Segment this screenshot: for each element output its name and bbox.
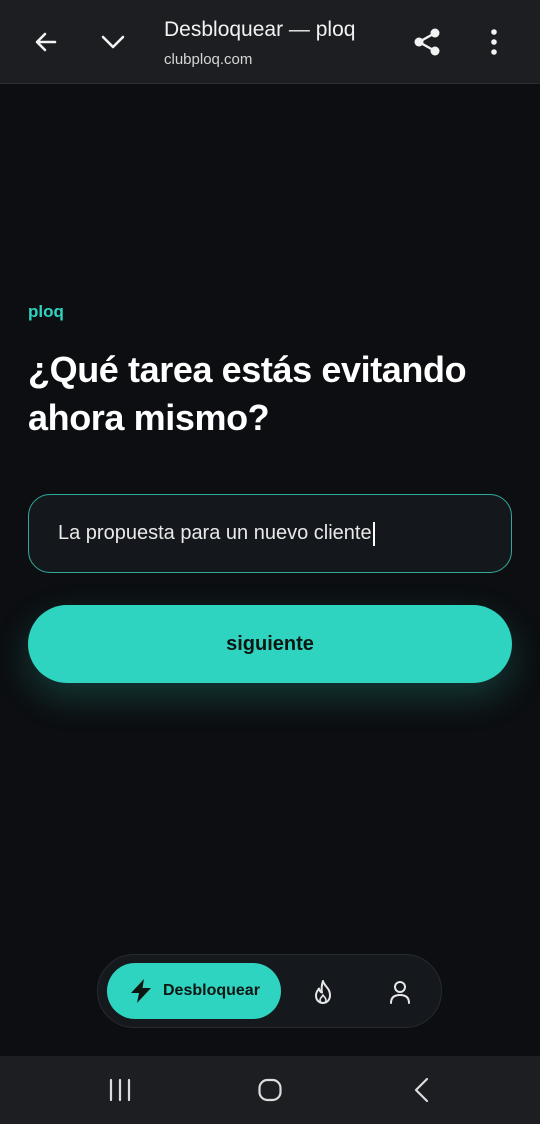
home-button[interactable] [248, 1070, 292, 1110]
chevron-down-icon [101, 35, 125, 49]
task-input[interactable]: La propuesta para un nuevo cliente [28, 494, 512, 573]
profile-icon [390, 981, 410, 1004]
recents-icon [109, 1078, 131, 1102]
tab-desbloquear-label: Desbloquear [163, 982, 260, 999]
page-url[interactable]: clubploq.com [164, 51, 252, 68]
back-arrow-icon [35, 32, 57, 52]
collapse-button[interactable] [91, 20, 135, 64]
text-caret [372, 521, 375, 546]
share-button[interactable] [405, 20, 449, 64]
system-back-button[interactable] [400, 1070, 444, 1110]
system-nav-bar [0, 1056, 540, 1124]
more-vert-icon [491, 29, 497, 55]
tab-streak[interactable] [305, 974, 341, 1010]
task-input-value: La propuesta para un nuevo cliente [58, 522, 372, 544]
tab-profile[interactable] [382, 974, 418, 1010]
back-icon [414, 1077, 429, 1103]
brand-label: ploq [28, 302, 64, 321]
recents-button[interactable] [98, 1070, 142, 1110]
next-button[interactable]: siguiente [28, 605, 512, 683]
flame-icon [315, 980, 331, 1004]
browser-toolbar: Desbloquear — ploq clubploq.com [0, 0, 540, 84]
bolt-icon [131, 979, 151, 1003]
more-options-button[interactable] [472, 20, 516, 64]
back-button[interactable] [24, 20, 68, 64]
bottom-tab-bar: Desbloquear [97, 954, 442, 1028]
home-icon [258, 1078, 282, 1102]
question-heading: ¿Qué tarea estás evitando ahora mismo? [28, 349, 467, 438]
share-icon [414, 28, 440, 56]
page-title: Desbloquear — ploq [164, 18, 356, 41]
tab-desbloquear[interactable]: Desbloquear [107, 963, 281, 1019]
